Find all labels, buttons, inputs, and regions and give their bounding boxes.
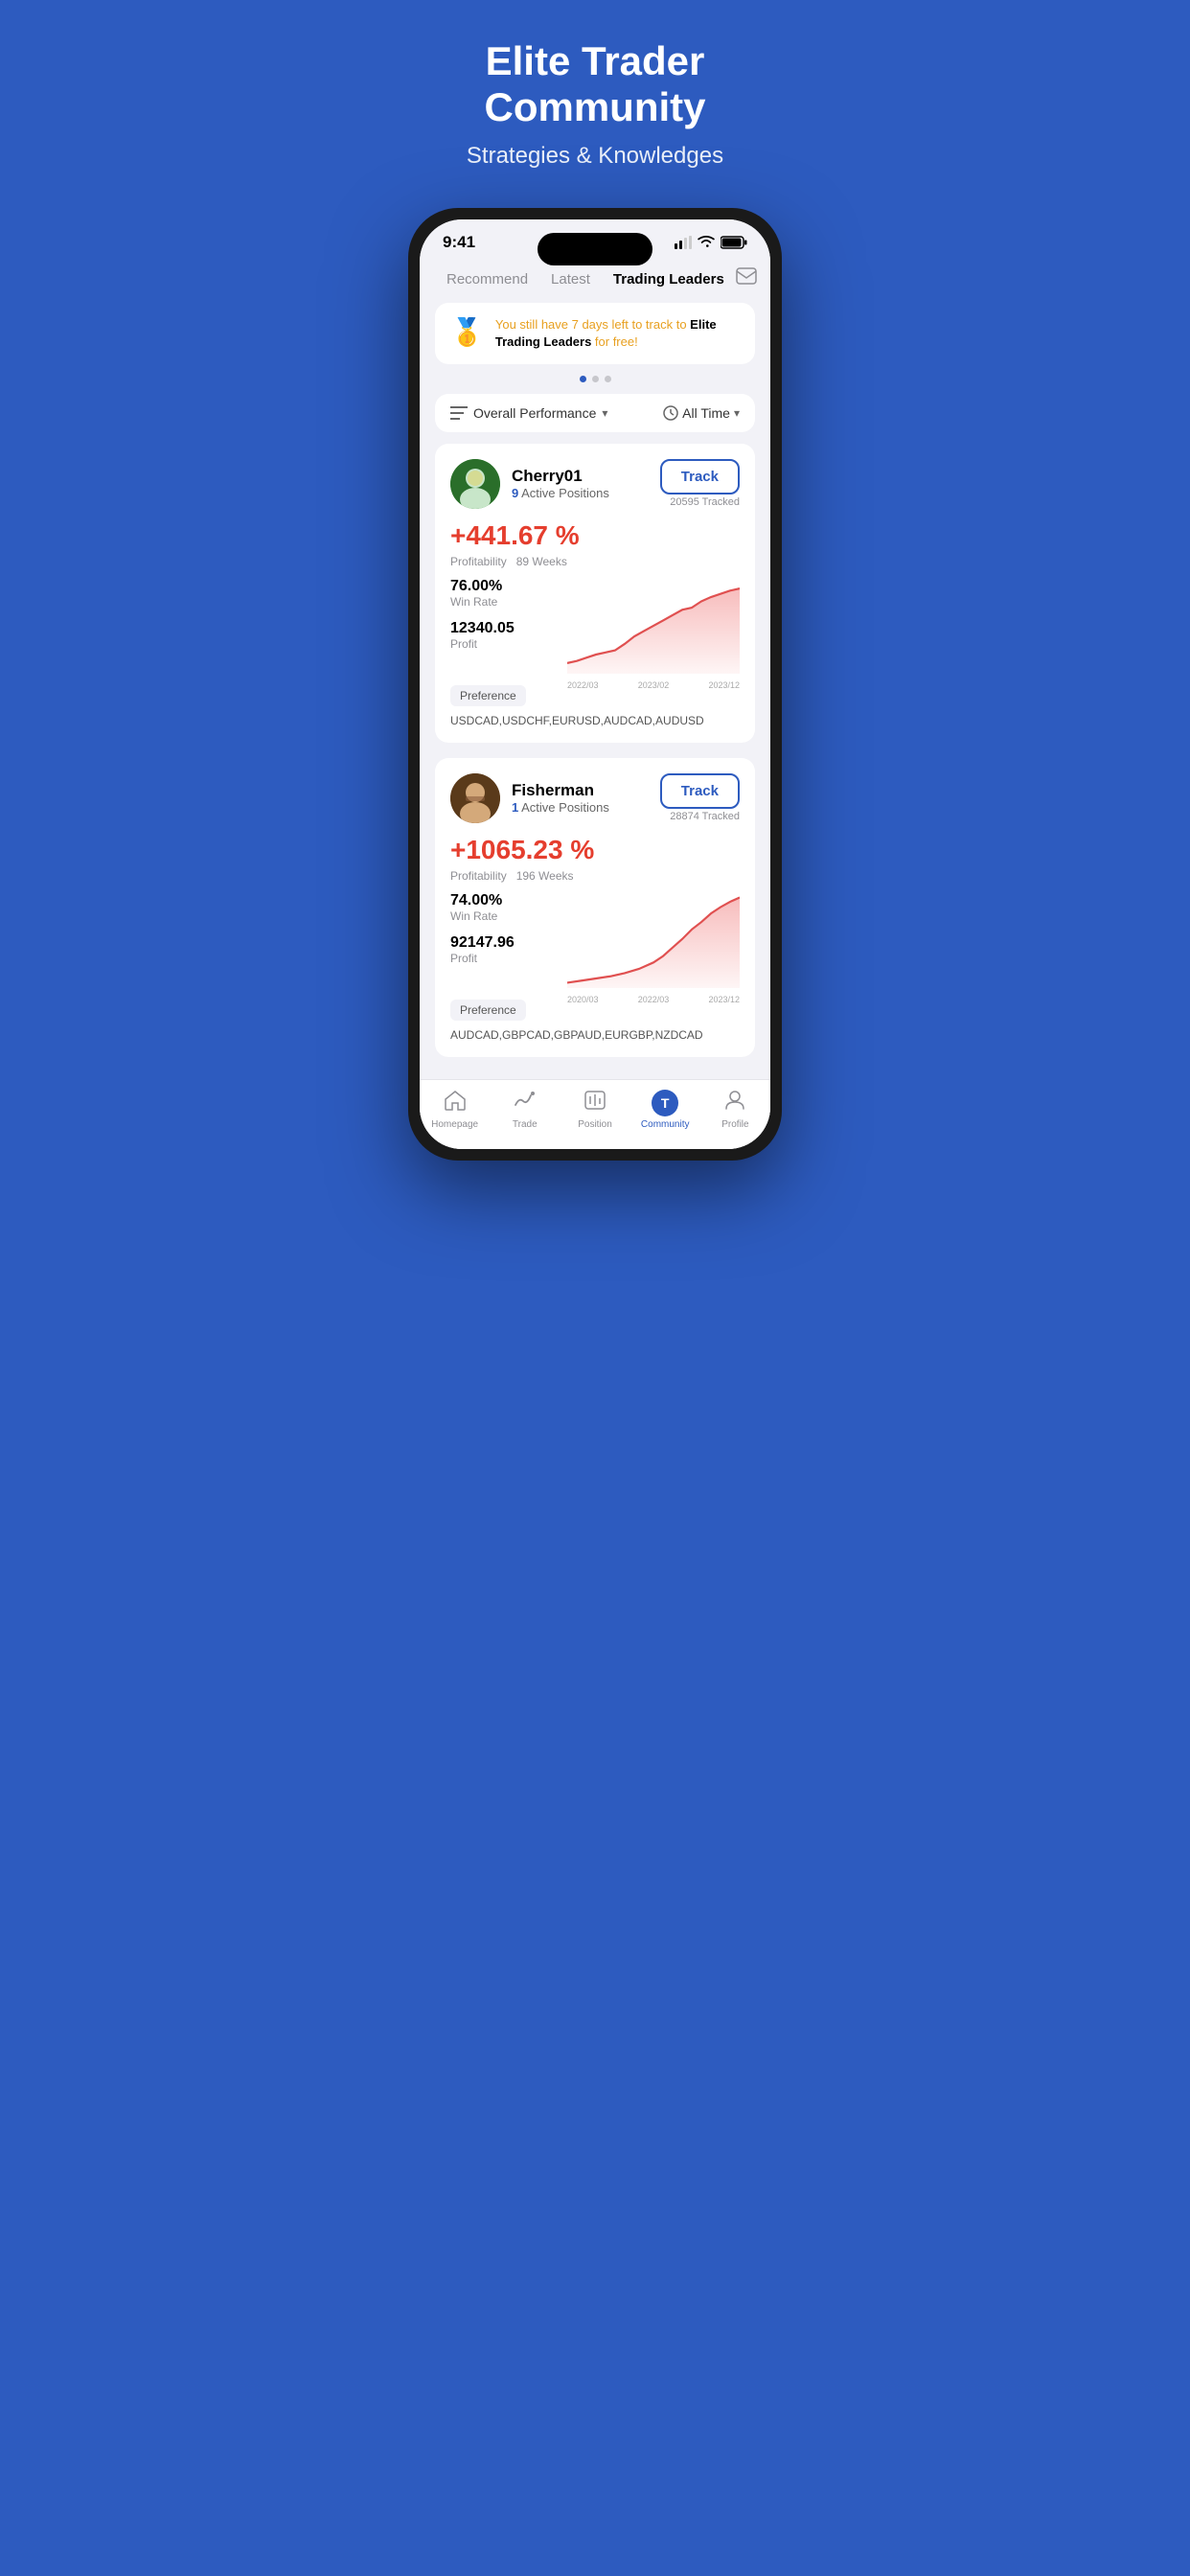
win-rate-fisherman: 74.00% Win Rate xyxy=(450,892,556,923)
tab-latest[interactable]: Latest xyxy=(539,267,602,291)
trader-info-fisherman: Fisherman 1 Active Positions xyxy=(512,781,660,815)
dot-2 xyxy=(605,376,611,382)
stats-col-cherry01: 76.00% Win Rate 12340.05 Profit xyxy=(450,578,556,662)
track-button-fisherman[interactable]: Track xyxy=(660,773,740,809)
trader-name-cherry01: Cherry01 xyxy=(512,467,660,486)
main-content: 🥇 You still have 7 days left to track to… xyxy=(420,303,770,1149)
nav-community[interactable]: T Community xyxy=(630,1090,700,1130)
profitability-fisherman: Profitability 196 Weeks xyxy=(450,869,740,883)
nav-trade[interactable]: Trade xyxy=(490,1090,560,1130)
dot-1 xyxy=(592,376,599,382)
trader-card-fisherman: Fisherman 1 Active Positions Track 28874… xyxy=(435,758,755,1057)
trader-header-cherry01: Cherry01 9 Active Positions Track 20595 … xyxy=(450,459,740,509)
trophy-icon: 🥇 xyxy=(450,316,484,348)
tracked-count-cherry01: 20595 Tracked xyxy=(670,496,740,508)
track-button-cherry01[interactable]: Track xyxy=(660,459,740,494)
win-rate-cherry01: 76.00% Win Rate xyxy=(450,578,556,609)
phone-mockup: 9:41 xyxy=(408,208,782,1161)
dot-active xyxy=(580,376,586,382)
trader-header-fisherman: Fisherman 1 Active Positions Track 28874… xyxy=(450,773,740,823)
battery-icon xyxy=(721,236,747,249)
profile-icon xyxy=(723,1090,746,1116)
filter-row: Overall Performance ▾ All Time ▾ xyxy=(435,394,755,432)
profile-label: Profile xyxy=(721,1119,748,1130)
time-filter[interactable]: All Time ▾ xyxy=(663,405,740,421)
time-chevron-icon: ▾ xyxy=(734,406,740,420)
stats-col-fisherman: 74.00% Win Rate 92147.96 Profit xyxy=(450,892,556,977)
profit-cherry01: 12340.05 Profit xyxy=(450,620,556,651)
stats-chart-row-cherry01: 76.00% Win Rate 12340.05 Profit xyxy=(450,578,740,674)
preference-pairs-cherry01: USDCAD,USDCHF,EURUSD,AUDCAD,AUDUSD xyxy=(450,714,704,727)
preference-row-cherry01: Preference USDCAD,USDCHF,EURUSD,AUDCAD,A… xyxy=(450,685,740,727)
preference-badge-fisherman: Preference xyxy=(450,1000,526,1021)
chart-cherry01: 2022/03 2023/02 2023/12 xyxy=(567,578,740,674)
tab-recommend[interactable]: Recommend xyxy=(435,267,539,291)
trader-name-fisherman: Fisherman xyxy=(512,781,660,800)
time-label: All Time xyxy=(682,405,730,421)
profit-fisherman: 92147.96 Profit xyxy=(450,934,556,965)
performance-filter[interactable]: Overall Performance ▾ xyxy=(450,405,607,421)
profit-pct-fisherman: +1065.23 % xyxy=(450,835,740,865)
community-icon: T xyxy=(652,1090,678,1116)
wifi-icon xyxy=(698,236,715,249)
hero-subtitle: Strategies & Knowledges xyxy=(467,143,723,170)
dynamic-island xyxy=(538,233,652,265)
status-time: 9:41 xyxy=(443,233,475,252)
banner-card: 🥇 You still have 7 days left to track to… xyxy=(435,303,755,364)
trader-card-cherry01: Cherry01 9 Active Positions Track 20595 … xyxy=(435,444,755,743)
nav-profile[interactable]: Profile xyxy=(700,1090,770,1130)
profitability-cherry01: Profitability 89 Weeks xyxy=(450,555,740,568)
homepage-icon xyxy=(444,1090,467,1116)
position-label: Position xyxy=(578,1119,612,1130)
nav-homepage[interactable]: Homepage xyxy=(420,1090,490,1130)
nav-tabs: Recommend Latest Trading Leaders xyxy=(420,260,770,303)
chart-fisherman: 2020/03 2022/03 2023/12 xyxy=(567,892,740,988)
sort-icon xyxy=(450,405,468,421)
trade-label: Trade xyxy=(513,1119,538,1130)
signal-icon xyxy=(675,236,692,249)
trader-positions-cherry01: 9 Active Positions xyxy=(512,486,660,500)
stats-chart-row-fisherman: 74.00% Win Rate 92147.96 Profit xyxy=(450,892,740,988)
preference-pairs-fisherman: AUDCAD,GBPCAD,GBPAUD,EURGBP,NZDCAD xyxy=(450,1028,703,1042)
preference-badge-cherry01: Preference xyxy=(450,685,526,706)
bottom-nav: Homepage Trade xyxy=(420,1079,770,1149)
chevron-down-icon: ▾ xyxy=(602,406,607,420)
homepage-label: Homepage xyxy=(431,1119,478,1130)
tab-trading-leaders[interactable]: Trading Leaders xyxy=(602,267,736,291)
clock-icon xyxy=(663,405,678,421)
trader-positions-fisherman: 1 Active Positions xyxy=(512,800,660,815)
nav-position[interactable]: Position xyxy=(560,1090,629,1130)
avatar-cherry01 xyxy=(450,459,500,509)
tracked-count-fisherman: 28874 Tracked xyxy=(670,811,740,822)
mail-icon[interactable] xyxy=(736,267,757,290)
preference-row-fisherman: Preference AUDCAD,GBPCAD,GBPAUD,EURGBP,N… xyxy=(450,1000,740,1042)
hero-title: Elite TraderCommunity xyxy=(485,38,706,131)
profit-pct-cherry01: +441.67 % xyxy=(450,520,740,551)
avatar-fisherman xyxy=(450,773,500,823)
status-icons xyxy=(675,236,747,249)
banner-text: You still have 7 days left to track to E… xyxy=(495,316,740,351)
performance-label: Overall Performance xyxy=(473,405,596,421)
position-icon xyxy=(584,1090,606,1116)
trader-info-cherry01: Cherry01 9 Active Positions xyxy=(512,467,660,500)
community-label: Community xyxy=(641,1119,690,1130)
trade-icon xyxy=(514,1090,537,1116)
dot-indicator xyxy=(420,376,770,382)
